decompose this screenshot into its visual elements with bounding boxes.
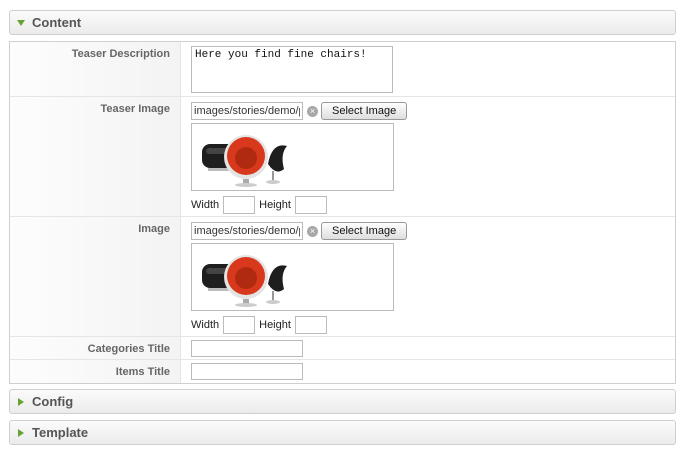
teaser-description-textarea[interactable]: Here you find fine chairs!: [191, 46, 393, 93]
section-title: Content: [32, 15, 82, 30]
row-categories-title: Categories Title: [10, 337, 675, 360]
section-title: Template: [32, 425, 89, 440]
expand-arrow-right-icon: [10, 397, 32, 406]
field-label: Items Title: [115, 366, 170, 378]
field-label: Categories Title: [87, 343, 170, 355]
height-label: Height: [259, 319, 291, 331]
expand-arrow-right-icon: [10, 428, 32, 437]
teaser-image-preview: [191, 123, 394, 191]
chairs-thumbnail-image: [202, 135, 287, 187]
width-label: Width: [191, 319, 220, 331]
section-config-header[interactable]: Config: [9, 389, 676, 414]
image-preview: [191, 243, 394, 311]
items-title-input[interactable]: [191, 363, 303, 380]
categories-title-input[interactable]: [191, 340, 303, 357]
clear-icon[interactable]: ×: [307, 225, 318, 237]
section-template-header[interactable]: Template: [9, 420, 676, 445]
image-width-input[interactable]: [223, 316, 256, 334]
image-select-image-button[interactable]: Select Image: [321, 222, 408, 240]
row-teaser-image: Teaser Image × Select Image: [10, 97, 675, 217]
expand-arrow-down-icon: [10, 19, 32, 26]
row-items-title: Items Title: [10, 360, 675, 383]
section-content-header[interactable]: Content: [9, 10, 676, 35]
teaser-width-input[interactable]: [223, 196, 256, 214]
clear-icon[interactable]: ×: [307, 105, 318, 117]
teaser-select-image-button[interactable]: Select Image: [321, 102, 408, 120]
teaser-image-path-input[interactable]: [191, 102, 303, 120]
section-title: Config: [32, 394, 74, 409]
teaser-height-input[interactable]: [294, 196, 327, 214]
content-form: Teaser Description Here you find fine ch…: [9, 41, 676, 384]
height-label: Height: [259, 199, 291, 211]
field-label: Teaser Image: [100, 103, 170, 115]
row-image: Image × Select Image: [10, 217, 675, 337]
width-label: Width: [191, 199, 220, 211]
row-teaser-description: Teaser Description Here you find fine ch…: [10, 42, 675, 97]
field-label: Image: [138, 223, 170, 235]
image-height-input[interactable]: [294, 316, 327, 334]
chairs-thumbnail-image: [202, 255, 287, 307]
field-label: Teaser Description: [71, 48, 170, 60]
image-path-input[interactable]: [191, 222, 303, 240]
